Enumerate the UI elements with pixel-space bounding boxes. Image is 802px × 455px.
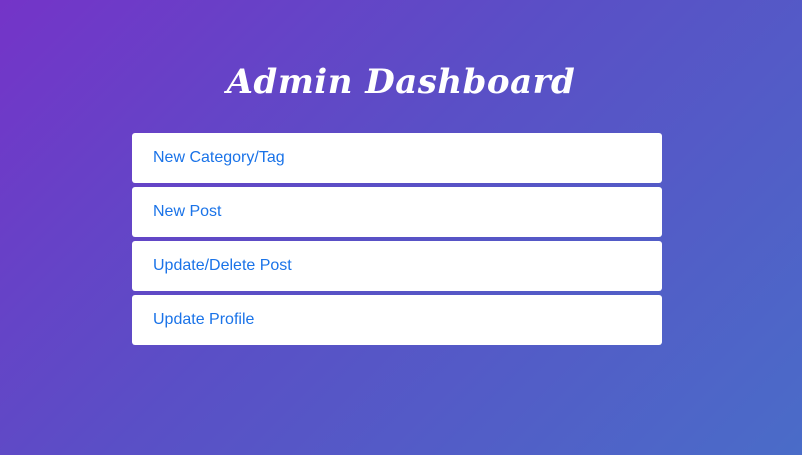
menu-item-new-category-tag[interactable]: New Category/Tag [132, 133, 662, 183]
menu-item-new-post[interactable]: New Post [132, 187, 662, 237]
menu-item-update-delete-post[interactable]: Update/Delete Post [132, 241, 662, 291]
admin-menu: New Category/Tag New Post Update/Delete … [132, 133, 662, 345]
page-title: Admin Dashboard [226, 61, 576, 102]
menu-item-update-profile[interactable]: Update Profile [132, 295, 662, 345]
